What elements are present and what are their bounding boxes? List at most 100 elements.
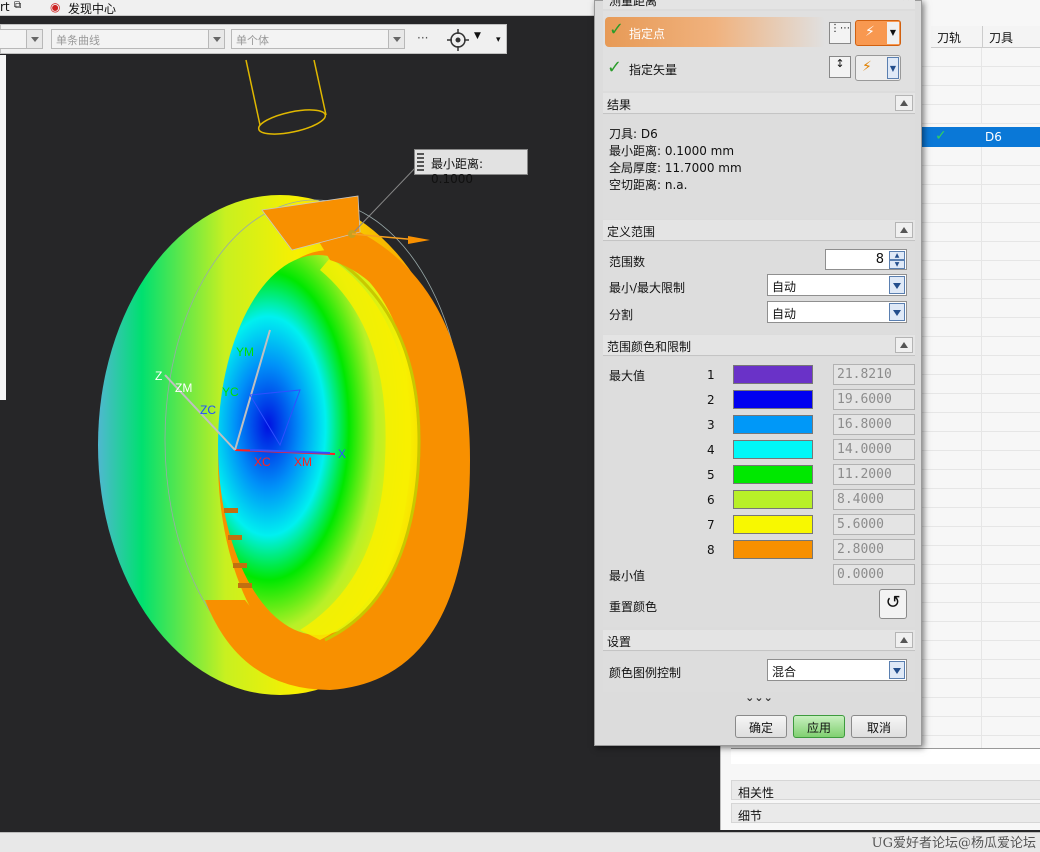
collapse-icon[interactable] — [895, 95, 913, 111]
inferred-vector-button[interactable]: ⚡ ▼ — [855, 55, 901, 81]
range-limit-field[interactable]: 8.4000 — [833, 489, 915, 510]
section-define-range[interactable]: 定义范围 — [603, 220, 915, 241]
table-row[interactable] — [921, 394, 1040, 413]
inferred-point-button[interactable]: ⚡ ▼ — [855, 20, 901, 46]
table-row[interactable] — [921, 660, 1040, 679]
specify-vector-label: 指定矢量 — [629, 63, 678, 77]
spinner-up-icon[interactable]: ▲ — [889, 251, 905, 260]
table-row[interactable] — [921, 318, 1040, 337]
table-row[interactable] — [921, 67, 1040, 86]
range-limit-field[interactable]: 21.8210 — [833, 364, 915, 385]
collapse-icon[interactable] — [895, 632, 913, 648]
vector-dialog-button[interactable]: ↕ — [829, 56, 851, 78]
table-row[interactable] — [921, 204, 1040, 223]
table-row[interactable] — [921, 451, 1040, 470]
table-row[interactable] — [921, 413, 1040, 432]
minmax-limit-select[interactable]: 自动 — [767, 274, 907, 296]
table-row[interactable] — [921, 527, 1040, 546]
range-color-swatch[interactable] — [733, 540, 813, 559]
range-color-swatch[interactable] — [733, 490, 813, 509]
table-row[interactable] — [921, 489, 1040, 508]
table-row[interactable] — [921, 508, 1040, 527]
ok-button[interactable]: 确定 — [735, 715, 787, 738]
split-select[interactable]: 自动 — [767, 301, 907, 323]
section-details[interactable]: 细节 — [731, 803, 1040, 823]
measure-distance-dialog: 测量距离 ✕ ✓ 指定点 ⋮⋯ ⚡ ▼ ✓ 指定矢量 ↕ ⚡ ▼ 结果 刀具: … — [594, 0, 922, 746]
section-related[interactable]: 相关性 — [731, 780, 1040, 800]
table-row[interactable] — [921, 280, 1040, 299]
table-row[interactable] — [921, 679, 1040, 698]
section-settings[interactable]: 设置 — [603, 630, 915, 651]
range-limit-field[interactable]: 19.6000 — [833, 389, 915, 410]
check-icon: ✓ — [609, 19, 625, 40]
chevron-down-icon[interactable] — [889, 661, 905, 679]
chevron-down-icon[interactable]: ▼ — [887, 22, 899, 44]
table-row[interactable] — [921, 603, 1040, 622]
min-value-field[interactable]: 0.0000 — [833, 564, 915, 585]
table-row[interactable] — [921, 546, 1040, 565]
collapse-icon[interactable] — [895, 222, 913, 238]
column-header-tool[interactable]: 刀具 — [983, 26, 1040, 48]
point-dialog-button[interactable]: ⋮⋯ — [829, 22, 851, 44]
table-row[interactable] — [921, 299, 1040, 318]
table-row[interactable] — [921, 641, 1040, 660]
table-row[interactable] — [921, 86, 1040, 105]
axis-label-yc: YC — [222, 385, 239, 399]
range-limit-field[interactable]: 14.0000 — [833, 439, 915, 460]
section-range-colors[interactable]: 范围颜色和限制 — [603, 335, 915, 356]
chevron-down-icon[interactable] — [889, 303, 905, 321]
table-row[interactable] — [921, 166, 1040, 185]
spinner-down-icon[interactable]: ▼ — [889, 260, 905, 269]
apply-button[interactable]: 应用 — [793, 715, 845, 738]
range-limit-field[interactable]: 11.2000 — [833, 464, 915, 485]
legend-control-select[interactable]: 混合 — [767, 659, 907, 681]
result-global-thickness: 全局厚度: 11.7000 mm — [609, 161, 742, 175]
close-icon[interactable]: ✕ — [901, 0, 911, 4]
cancel-button[interactable]: 取消 — [851, 715, 907, 738]
collapse-icon[interactable] — [895, 337, 913, 353]
table-row-selected[interactable]: ✓ D6 — [921, 127, 1040, 147]
range-limit-field[interactable]: 16.8000 — [833, 414, 915, 435]
axis-label-z: Z — [155, 369, 162, 383]
table-row[interactable] — [921, 223, 1040, 242]
range-index: 5 — [707, 468, 715, 482]
table-row[interactable] — [921, 584, 1040, 603]
range-count-spinner[interactable]: 8 ▲ ▼ — [825, 249, 907, 270]
range-color-swatch[interactable] — [733, 415, 813, 434]
chevron-down-icon[interactable]: ▼ — [887, 57, 899, 79]
range-color-swatch[interactable] — [733, 365, 813, 384]
more-options-chevron[interactable]: ⌄⌄⌄ — [603, 691, 915, 705]
range-color-swatch[interactable] — [733, 515, 813, 534]
reset-colors-icon[interactable]: ↺ — [879, 589, 907, 619]
table-row[interactable] — [921, 565, 1040, 584]
table-row[interactable] — [921, 185, 1040, 204]
table-row[interactable] — [921, 698, 1040, 717]
table-row[interactable] — [921, 242, 1040, 261]
range-color-swatch[interactable] — [733, 465, 813, 484]
range-color-swatch[interactable] — [733, 390, 813, 409]
table-row[interactable] — [921, 147, 1040, 166]
table-row[interactable] — [921, 622, 1040, 641]
range-limit-field[interactable]: 5.6000 — [833, 514, 915, 535]
specify-point-row[interactable]: ✓ 指定点 — [605, 17, 825, 47]
table-row[interactable] — [921, 337, 1040, 356]
section-results[interactable]: 结果 — [603, 93, 915, 114]
min-value-label: 最小值 — [609, 569, 646, 583]
range-index: 8 — [707, 543, 715, 557]
table-row[interactable] — [921, 356, 1040, 375]
table-row[interactable] — [921, 105, 1040, 124]
table-row[interactable] — [921, 470, 1040, 489]
range-limit-field[interactable]: 2.8000 — [833, 539, 915, 560]
table-row[interactable] — [921, 261, 1040, 280]
range-count-label: 范围数 — [609, 255, 646, 269]
tool-cylinder — [245, 59, 327, 135]
column-header-toolpath[interactable]: 刀轨 — [931, 26, 983, 48]
table-row[interactable] — [921, 375, 1040, 394]
table-row[interactable] — [921, 48, 1040, 67]
table-row[interactable] — [921, 717, 1040, 736]
drag-handle-icon[interactable] — [417, 153, 424, 171]
range-color-swatch[interactable] — [733, 440, 813, 459]
chevron-down-icon[interactable] — [889, 276, 905, 294]
range-colors-panel: 最大值 最小值 0.0000 重置颜色 ↺ 1 21.8210 2 19.6000 3 1… — [603, 357, 915, 627]
table-row[interactable] — [921, 432, 1040, 451]
